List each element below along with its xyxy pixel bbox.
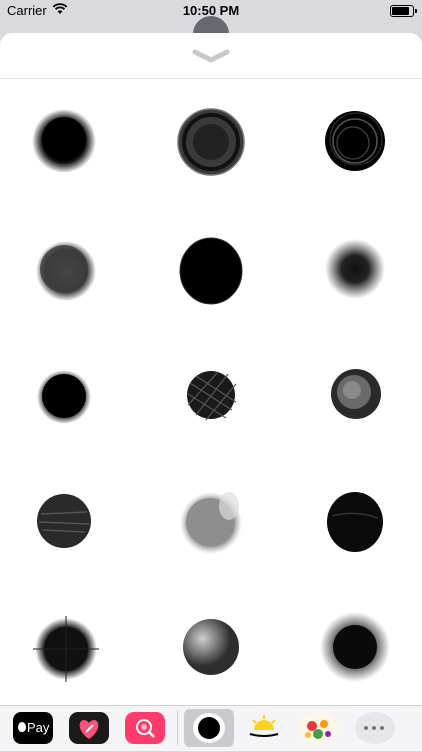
sticker-light-gray-smudge[interactable] xyxy=(166,476,256,566)
search-app-icon[interactable] xyxy=(125,712,165,744)
app-drawer: Pay xyxy=(0,705,422,751)
battery-icon xyxy=(390,5,417,17)
vegetables-app-icon[interactable] xyxy=(298,712,338,744)
apple-pay-icon[interactable]: Pay xyxy=(13,712,53,744)
sticker-streaked-gray[interactable] xyxy=(19,476,109,566)
sticker-shaded-sphere[interactable] xyxy=(166,602,256,692)
heart-app-icon[interactable] xyxy=(69,712,109,744)
divider xyxy=(0,78,422,79)
sticker-grainy-gray[interactable] xyxy=(19,224,109,314)
sticker-crosshatch[interactable] xyxy=(166,350,256,440)
sunrise-app-icon[interactable] xyxy=(244,712,284,744)
sticker-solid-drip[interactable] xyxy=(19,350,109,440)
sticker-sheet xyxy=(0,33,422,705)
sticker-gray-swirl[interactable] xyxy=(310,350,400,440)
chevron-down-icon[interactable] xyxy=(191,49,231,63)
sticker-fuzzy[interactable] xyxy=(19,602,109,692)
divider xyxy=(177,711,178,745)
black-circle-sticker-icon[interactable] xyxy=(184,709,234,747)
sticker-airbrush-large[interactable] xyxy=(310,602,400,692)
sticker-ringed[interactable] xyxy=(166,97,256,187)
sticker-airbrush[interactable] xyxy=(310,224,400,314)
more-dots xyxy=(364,726,368,730)
sticker-dense-hatched[interactable] xyxy=(166,224,256,314)
more-icon[interactable] xyxy=(355,712,395,744)
apple-logo-icon xyxy=(18,722,26,732)
apple-pay-label: Pay xyxy=(27,720,50,735)
sticker-scribble-ring[interactable] xyxy=(310,97,400,187)
sticker-brushed-black[interactable] xyxy=(310,476,400,566)
sticker-soft-solid[interactable] xyxy=(19,97,109,187)
